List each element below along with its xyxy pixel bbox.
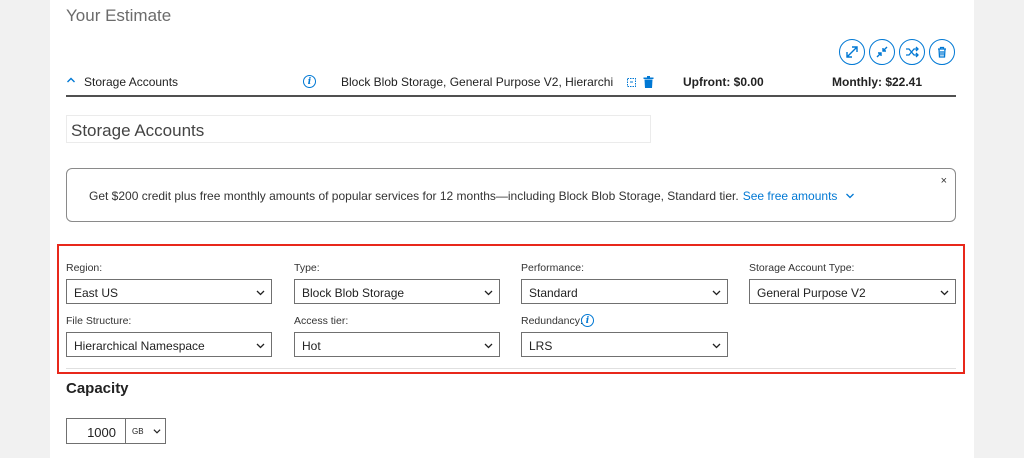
section-divider xyxy=(66,368,956,369)
performance-label: Performance: xyxy=(521,262,585,274)
clone-icon[interactable] xyxy=(626,76,638,88)
chevron-down-icon xyxy=(712,290,721,296)
banner-message: Get $200 credit plus free monthly amount… xyxy=(89,189,855,203)
capacity-unit-value: GB xyxy=(132,427,144,436)
collapse-icon xyxy=(876,46,888,58)
chevron-down-icon xyxy=(256,290,265,296)
row-service-name[interactable]: Storage Accounts xyxy=(84,75,178,89)
type-label: Type: xyxy=(294,262,320,274)
performance-value: Standard xyxy=(529,286,578,300)
chevron-down-icon xyxy=(940,290,949,296)
type-value: Block Blob Storage xyxy=(302,286,405,300)
capacity-input[interactable]: 1000 xyxy=(66,418,126,444)
access-tier-label: Access tier: xyxy=(294,315,349,327)
file-structure-select[interactable]: Hierarchical Namespace xyxy=(66,332,272,357)
redundancy-value: LRS xyxy=(529,339,553,353)
performance-select[interactable]: Standard xyxy=(521,279,728,304)
chevron-down-icon xyxy=(845,193,854,199)
file-structure-value: Hierarchical Namespace xyxy=(74,339,205,353)
account-type-select[interactable]: General Purpose V2 xyxy=(749,279,956,304)
row-divider xyxy=(66,95,956,97)
chevron-down-icon xyxy=(484,343,493,349)
redundancy-label: Redundancy: xyxy=(521,315,583,327)
account-type-value: General Purpose V2 xyxy=(757,286,866,300)
trash-icon xyxy=(938,46,946,58)
collapse-all-button[interactable] xyxy=(869,39,895,65)
redundancy-select[interactable]: LRS xyxy=(521,332,728,357)
shuffle-button[interactable] xyxy=(899,39,925,65)
delete-all-button[interactable] xyxy=(929,39,955,65)
file-structure-label: File Structure: xyxy=(66,315,132,327)
info-icon[interactable]: i xyxy=(581,314,594,327)
upfront-cost: Upfront: $0.00 xyxy=(683,75,764,89)
capacity-title: Capacity xyxy=(66,380,129,397)
free-credit-banner: Get $200 credit plus free monthly amount… xyxy=(66,168,956,222)
chevron-down-icon xyxy=(153,429,161,434)
trash-icon[interactable] xyxy=(643,76,654,88)
chevron-up-icon[interactable] xyxy=(66,75,76,85)
access-tier-select[interactable]: Hot xyxy=(294,332,500,357)
monthly-cost: Monthly: $22.41 xyxy=(832,75,923,89)
type-select[interactable]: Block Blob Storage xyxy=(294,279,500,304)
shuffle-icon xyxy=(906,46,919,58)
estimate-name-input[interactable]: Storage Accounts xyxy=(66,115,651,143)
expand-icon xyxy=(846,46,858,58)
region-select[interactable]: East US xyxy=(66,279,272,304)
access-tier-value: Hot xyxy=(302,339,321,353)
chevron-down-icon xyxy=(712,343,721,349)
info-icon[interactable]: i xyxy=(303,75,316,88)
account-type-label: Storage Account Type: xyxy=(749,262,855,274)
chevron-down-icon xyxy=(484,290,493,296)
chevron-down-icon xyxy=(256,343,265,349)
see-free-amounts-link[interactable]: See free amounts xyxy=(743,189,855,203)
banner-link-label: See free amounts xyxy=(742,189,838,203)
region-value: East US xyxy=(74,286,119,300)
estimate-panel xyxy=(50,0,974,458)
page-title: Your Estimate xyxy=(66,6,172,25)
capacity-unit-select[interactable]: GB xyxy=(125,418,166,444)
expand-all-button[interactable] xyxy=(839,39,865,65)
row-description: Block Blob Storage, General Purpose V2, … xyxy=(341,75,613,89)
banner-text: Get $200 credit plus free monthly amount… xyxy=(89,189,739,203)
close-banner-button[interactable]: × xyxy=(941,175,947,187)
region-label: Region: xyxy=(66,262,103,274)
